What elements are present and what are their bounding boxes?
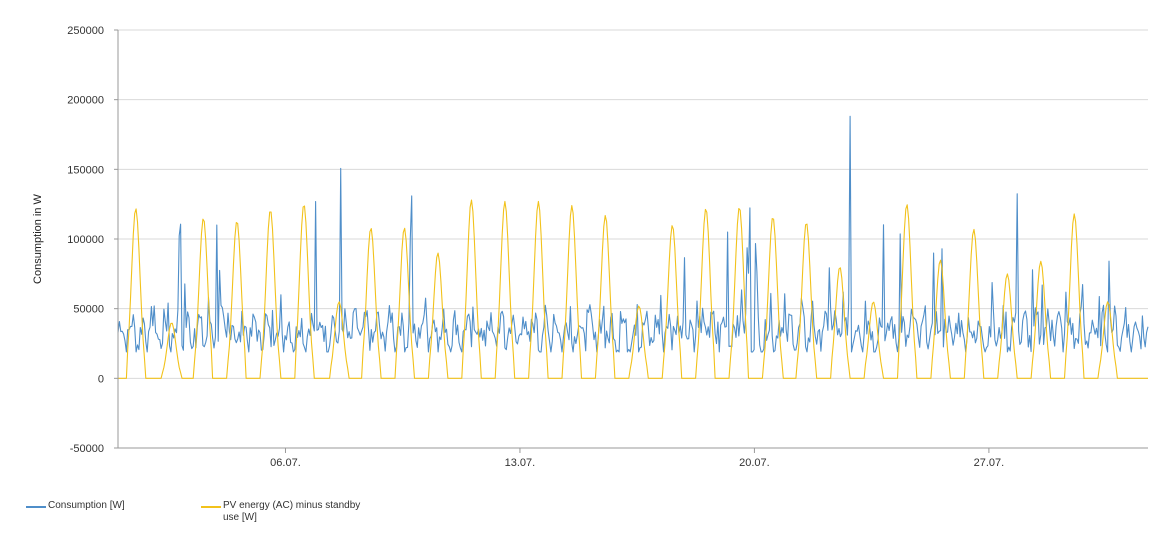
y-tick-label: 200000	[67, 95, 104, 107]
y-tick-label: 50000	[73, 304, 104, 316]
plot-area	[117, 115, 1149, 379]
x-axis-ticks: 06.07. 13.07. 20.07. 27.07.	[270, 448, 1004, 469]
x-tick-label: 20.07.	[739, 457, 770, 469]
x-tick-label: 13.07.	[505, 457, 536, 469]
legend: Consumption [W] PV energy (AC) minus sta…	[26, 500, 366, 524]
y-tick-label: -50000	[70, 443, 104, 455]
y-tick-label: 150000	[67, 164, 104, 176]
y-tick-label: 0	[98, 373, 104, 385]
pv-energy-swatch-icon	[201, 506, 221, 508]
y-tick-label: 250000	[67, 25, 104, 37]
legend-label-consumption: Consumption [W]	[48, 500, 125, 511]
y-axis-title: Consumption in W	[32, 193, 44, 283]
legend-item-pv-energy[interactable]: PV energy (AC) minus standby use [W]	[201, 500, 366, 524]
consumption-chart: 250000 200000 150000 100000 50000 0 -50000 06.…	[32, 25, 1149, 469]
gridlines	[118, 29, 1148, 379]
legend-label-pv-energy: PV energy (AC) minus standby use [W]	[223, 500, 361, 523]
pv-energy-series-line	[118, 199, 1148, 379]
y-axis-ticks: 250000 200000 150000 100000 50000 0 -50000	[67, 25, 118, 455]
y-tick-label: 100000	[67, 234, 104, 246]
x-tick-label: 27.07.	[974, 457, 1005, 469]
consumption-swatch-icon	[26, 506, 46, 508]
legend-item-consumption[interactable]: Consumption [W]	[26, 500, 191, 524]
x-tick-label: 06.07.	[270, 457, 301, 469]
